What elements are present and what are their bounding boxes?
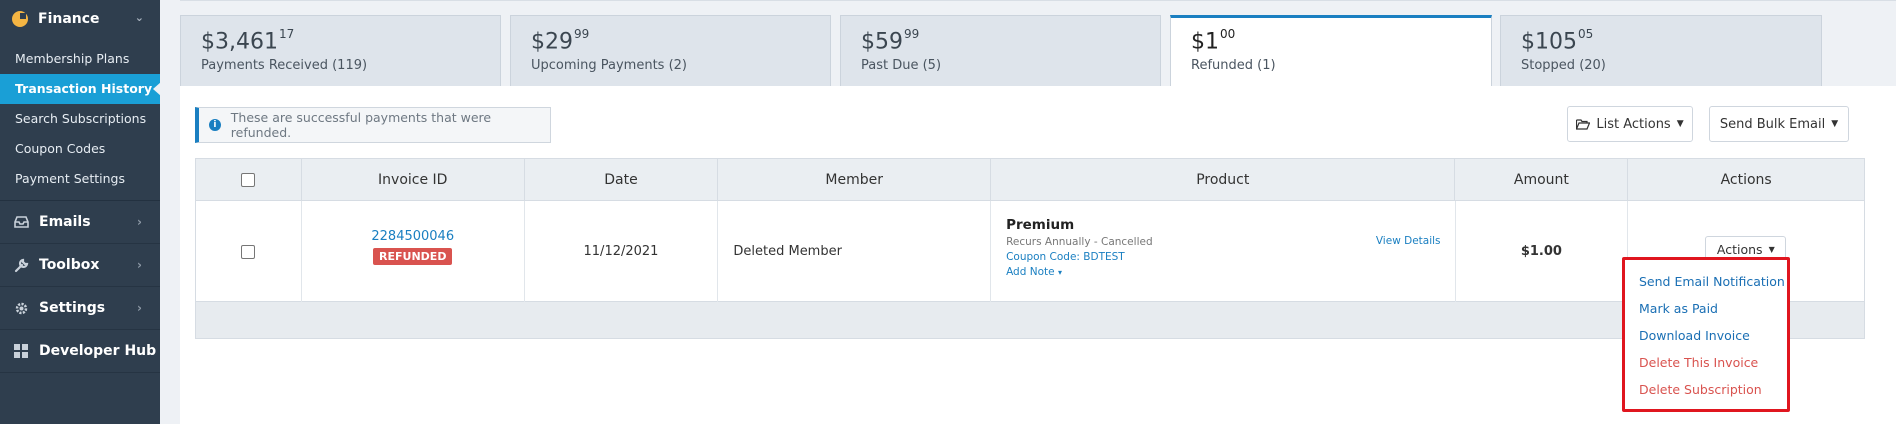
wrench-icon (13, 258, 29, 272)
product-name: Premium (1006, 217, 1075, 233)
view-details-link[interactable]: View Details (1376, 235, 1441, 247)
coupon-code: Coupon Code: BDTEST (1006, 251, 1125, 263)
tab-past-due[interactable]: $5999 Past Due (5) (840, 15, 1161, 86)
amount-cell: $1.00 (1456, 201, 1629, 302)
chevron-right-icon: › (137, 215, 142, 229)
grid-icon (13, 344, 29, 358)
chevron-down-icon: ⌄ (134, 11, 144, 24)
chevron-down-icon: ▾ (1057, 268, 1062, 277)
invoice-cell: 2284500046 REFUNDED (302, 201, 525, 302)
send-bulk-email-button[interactable]: Send Bulk Email ▼ (1709, 106, 1849, 142)
row-checkbox[interactable] (241, 244, 256, 259)
sidebar-item-developer-hub[interactable]: Developer Hub (0, 330, 160, 373)
caret-down-icon: ▼ (1676, 119, 1684, 129)
status-badge: REFUNDED (373, 248, 453, 265)
member-cell: Deleted Member (718, 201, 992, 302)
product-cell: Premium Recurs Annually - Cancelled Coup… (991, 201, 1456, 302)
add-note-link[interactable]: Add Note ▾ (1006, 266, 1454, 278)
folder-open-icon (1576, 118, 1591, 130)
amount-value: $1.00 (1520, 244, 1562, 259)
column-header-product[interactable]: Product (991, 159, 1456, 201)
member-value: Deleted Member (733, 244, 842, 259)
tab-amount: $3,46117 (201, 27, 295, 55)
table-header: Invoice ID Date Member Product Amount Ac… (196, 159, 1864, 201)
tab-refunded[interactable]: $100 Refunded (1) (1170, 15, 1492, 87)
sidebar-item-membership-plans[interactable]: Membership Plans (0, 44, 160, 74)
sidebar-item-transaction-history[interactable]: Transaction History (0, 74, 161, 104)
sidebar-item-settings[interactable]: Settings › (0, 287, 160, 330)
sidebar-item-toolbox[interactable]: Toolbox › (0, 244, 160, 287)
send-bulk-email-label: Send Bulk Email (1719, 116, 1826, 132)
menu-item-delete-subscription[interactable]: Delete Subscription (1625, 376, 1787, 403)
pie-chart-icon (12, 11, 28, 27)
sidebar-item-label: Developer Hub (39, 343, 157, 359)
tab-label: Refunded (1) (1191, 58, 1276, 74)
menu-item-download-invoice[interactable]: Download Invoice (1625, 322, 1787, 349)
inbox-icon (13, 215, 29, 229)
menu-item-delete-invoice[interactable]: Delete This Invoice (1625, 349, 1787, 376)
tab-upcoming-payments[interactable]: $2999 Upcoming Payments (2) (510, 15, 831, 86)
caret-down-icon: ▼ (1831, 119, 1839, 129)
tab-label: Past Due (5) (861, 58, 942, 74)
sidebar-submenu: Membership Plans Transaction History Sea… (0, 38, 161, 194)
date-cell: 11/12/2021 (525, 201, 719, 302)
caret-down-icon: ▼ (1768, 244, 1775, 254)
sidebar-section-label: Finance (38, 11, 100, 27)
tab-label: Stopped (20) (1521, 58, 1606, 74)
select-all-checkbox[interactable] (241, 173, 256, 187)
invoice-id-link[interactable]: 2284500046 (302, 229, 524, 244)
info-message: These are successful payments that were … (230, 110, 492, 140)
row-actions-label: Actions (1716, 241, 1763, 257)
tab-label: Payments Received (119) (201, 58, 368, 74)
gear-icon (13, 301, 29, 315)
sidebar-item-search-subscriptions[interactable]: Search Subscriptions (0, 104, 160, 134)
top-divider (180, 0, 1896, 1)
tab-amount: $5999 (861, 27, 920, 55)
chevron-right-icon: › (137, 258, 142, 272)
tab-payments-received[interactable]: $3,46117 Payments Received (119) (180, 15, 501, 86)
column-header-amount[interactable]: Amount (1455, 159, 1629, 201)
select-all-cell (196, 159, 302, 201)
sidebar-item-payment-settings[interactable]: Payment Settings (0, 164, 160, 194)
add-note-label: Add Note (1006, 266, 1055, 278)
tab-amount: $2999 (531, 27, 590, 55)
column-header-member[interactable]: Member (718, 159, 992, 201)
actions-dropdown-menu: Send Email Notification Mark as Paid Dow… (1622, 257, 1790, 412)
table-footer-row (196, 302, 1864, 338)
info-alert: i These are successful payments that wer… (195, 107, 551, 143)
sidebar-item-label: Settings (39, 300, 106, 316)
chevron-right-icon: › (137, 301, 142, 315)
column-header-invoice-id[interactable]: Invoice ID (302, 159, 525, 201)
row-select-cell (196, 201, 302, 302)
list-actions-label: List Actions (1596, 116, 1671, 132)
tab-stopped[interactable]: $10505 Stopped (20) (1500, 15, 1822, 86)
sidebar-item-label: Toolbox (39, 257, 100, 273)
sidebar-item-label: Emails (39, 214, 91, 230)
menu-item-mark-as-paid[interactable]: Mark as Paid (1625, 295, 1787, 322)
sidebar-item-coupon-codes[interactable]: Coupon Codes (0, 134, 160, 164)
transactions-table: Invoice ID Date Member Product Amount Ac… (195, 158, 1865, 339)
date-value: 11/12/2021 (583, 244, 659, 259)
tab-amount: $10505 (1521, 27, 1594, 55)
sidebar-item-emails[interactable]: Emails › (0, 201, 160, 244)
menu-item-send-email-notification[interactable]: Send Email Notification (1625, 268, 1787, 295)
sidebar: Finance ⌄ Membership Plans Transaction H… (0, 0, 161, 424)
column-header-actions: Actions (1720, 172, 1772, 188)
info-icon: i (209, 119, 221, 131)
column-header-date[interactable]: Date (525, 159, 719, 201)
sidebar-section-finance[interactable]: Finance ⌄ (0, 0, 160, 38)
tab-amount: $100 (1191, 27, 1236, 55)
tab-label: Upcoming Payments (2) (531, 58, 687, 74)
list-actions-button[interactable]: List Actions ▼ (1567, 106, 1693, 142)
table-row: 2284500046 REFUNDED 11/12/2021 Deleted M… (196, 201, 1864, 302)
